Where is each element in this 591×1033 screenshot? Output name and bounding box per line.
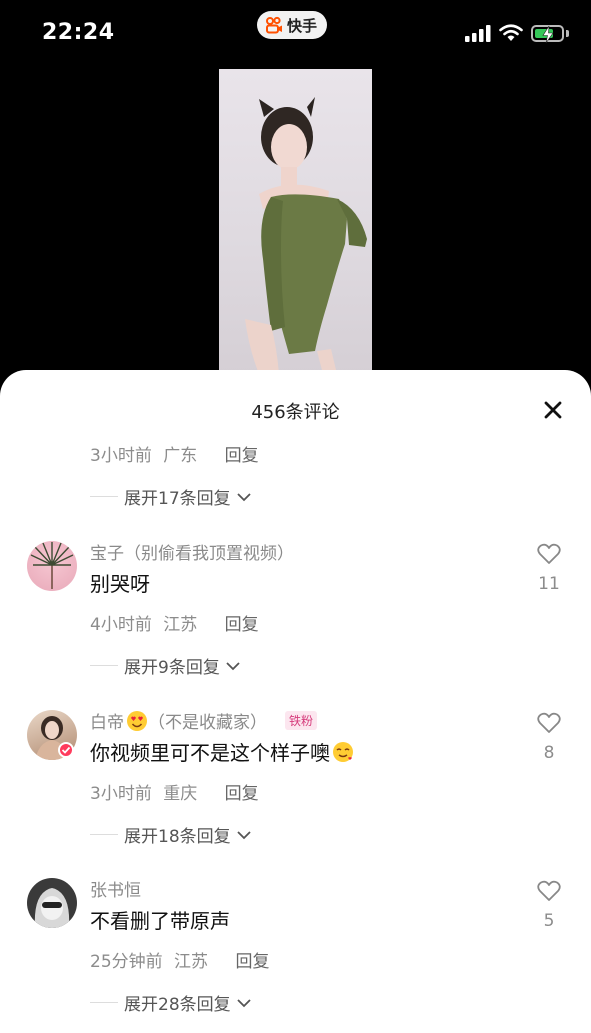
expand-replies-label: 展开17条回复 xyxy=(124,489,231,509)
comment-location: 江苏 xyxy=(163,615,198,635)
expand-replies-label: 展开9条回复 xyxy=(124,658,220,678)
comment-count-title: 456条评论 xyxy=(251,402,340,423)
check-icon xyxy=(61,746,71,754)
close-icon[interactable] xyxy=(543,400,563,420)
comment-username[interactable]: 宝子（别偷看我顶置视频） xyxy=(90,539,294,564)
expand-replies-label: 展开18条回复 xyxy=(124,827,231,847)
comment-location: 重庆 xyxy=(163,784,198,804)
video-person-figure xyxy=(245,97,367,374)
comments-sheet: 456条评论 3小时前 广东 回复 展开17条回复 宝子（别偷看我顶置视频） 别… xyxy=(0,370,591,1033)
avatar[interactable] xyxy=(27,878,77,928)
comment-meta: 3小时前 广东 回复 xyxy=(90,441,259,466)
expand-replies-button[interactable]: 展开18条回复 xyxy=(90,822,251,847)
reply-button[interactable]: 回复 xyxy=(235,952,269,972)
like-count: 5 xyxy=(543,911,555,931)
comment-text-row: 你视频里可不是这个样子噢 xyxy=(90,737,354,766)
chevron-down-icon xyxy=(237,830,251,839)
comment-time: 25分钟前 xyxy=(90,952,163,972)
smiling-hearts-emoji-icon xyxy=(333,741,353,762)
like-count: 8 xyxy=(543,743,555,763)
comment-text: 别哭呀 xyxy=(90,572,150,596)
fan-badge: 铁粉 xyxy=(285,711,318,730)
comment-meta: 4小时前 江苏 回复 xyxy=(90,610,259,635)
palm-leaf-avatar-image xyxy=(30,542,74,589)
cellular-signal-icon xyxy=(465,24,491,42)
comment-username[interactable]: 张书恒 xyxy=(90,876,141,901)
reply-button[interactable]: 回复 xyxy=(225,615,259,635)
heart-icon[interactable] xyxy=(537,543,561,565)
comment-meta: 3小时前 重庆 回复 xyxy=(90,779,259,804)
expand-replies-button[interactable]: 展开28条回复 xyxy=(90,990,251,1015)
status-time: 22:24 xyxy=(42,20,115,45)
divider-line xyxy=(90,834,118,835)
verified-badge xyxy=(58,742,74,758)
app-name: 快手 xyxy=(287,16,318,35)
comment-text: 你视频里可不是这个样子噢 xyxy=(90,741,330,765)
status-bar: 22:24 快手 xyxy=(0,0,591,70)
heart-icon[interactable] xyxy=(537,712,561,734)
heart-eyes-emoji-icon xyxy=(127,710,147,731)
comment-text: 不看删了带原声 xyxy=(90,909,230,933)
expand-replies-label: 展开28条回复 xyxy=(124,995,231,1015)
wifi-icon xyxy=(499,24,523,41)
charging-bolt-icon xyxy=(542,25,554,43)
comment-time: 3小时前 xyxy=(90,446,152,466)
battery-icon xyxy=(531,24,564,43)
comment-meta: 25分钟前 江苏 回复 xyxy=(90,947,269,972)
comment-username-row[interactable]: 白帝 （不是收藏家） 铁粉 xyxy=(90,708,318,733)
status-icons xyxy=(465,24,569,43)
chevron-down-icon xyxy=(237,998,251,1007)
avatar[interactable] xyxy=(27,541,77,591)
video-preview[interactable] xyxy=(219,69,372,374)
reply-button[interactable]: 回复 xyxy=(225,446,259,466)
comment-username: 白帝 xyxy=(90,713,124,733)
chevron-down-icon xyxy=(237,492,251,501)
hooded-figure-avatar-image xyxy=(34,888,70,928)
comment-time: 3小时前 xyxy=(90,784,152,804)
comment-username-suffix: （不是收藏家） xyxy=(148,713,267,733)
app-source-pill[interactable]: 快手 xyxy=(257,11,328,39)
comment-location: 江苏 xyxy=(174,952,209,972)
reply-button[interactable]: 回复 xyxy=(225,784,259,804)
comment-location: 广东 xyxy=(163,446,198,466)
expand-replies-button[interactable]: 展开9条回复 xyxy=(90,653,240,678)
expand-replies-button[interactable]: 展开17条回复 xyxy=(90,484,251,509)
divider-line xyxy=(90,665,118,666)
divider-line xyxy=(90,1002,118,1003)
kuaishou-logo-icon xyxy=(266,16,282,34)
battery-tip xyxy=(566,29,569,37)
heart-icon[interactable] xyxy=(537,880,561,902)
chevron-down-icon xyxy=(226,661,240,670)
divider-line xyxy=(90,496,118,497)
like-count: 11 xyxy=(538,574,560,594)
comment-time: 4小时前 xyxy=(90,615,152,635)
